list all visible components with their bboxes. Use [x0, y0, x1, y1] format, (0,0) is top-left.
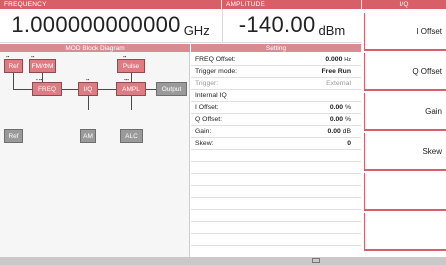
- setting-label: Internal IQ: [195, 92, 227, 99]
- setting-label: I Offset:: [195, 104, 219, 111]
- setting-row-internal-iq: Internal IQ: [191, 90, 361, 102]
- freq-block[interactable]: FREQ: [32, 82, 62, 96]
- block-diagram: ▪▪ ▪▪ ▪▪ Ref FM/ΦM Pulse ▪ ▪▪ ▪▪ ▪▪▪ FRE…: [0, 52, 190, 263]
- setting-label: Trigger mode:: [195, 68, 238, 75]
- setting-value: External: [326, 80, 351, 87]
- setting-row-trigger-mode: Trigger mode: Free Run: [191, 66, 361, 78]
- setting-label: Trigger:: [195, 80, 219, 87]
- alc-block[interactable]: ALC: [120, 129, 143, 143]
- wire: [62, 89, 78, 90]
- setting-value: Free Run: [321, 68, 351, 75]
- setting-row-empty: [191, 222, 361, 234]
- setting-row-empty: [191, 210, 361, 222]
- wire: [131, 96, 132, 110]
- pulse-block[interactable]: Pulse: [117, 59, 145, 73]
- softkey-q-offset[interactable]: Q Offset: [364, 53, 446, 91]
- setting-row-empty: [191, 234, 361, 246]
- amplitude-display[interactable]: -140.00 dBm: [222, 9, 361, 43]
- amplitude-unit: dBm: [318, 23, 346, 38]
- frequency-unit: GHz: [183, 23, 210, 38]
- frequency-display[interactable]: 1.000000000000 GHz: [0, 9, 221, 43]
- wire: [42, 73, 43, 82]
- fm-pm-block[interactable]: FM/ΦM: [29, 59, 56, 73]
- setting-value: 0.00 dB: [327, 128, 351, 135]
- iq-block[interactable]: I/Q: [78, 82, 98, 96]
- setting-row-freq-offset: FREQ Offset: 0.000 Hz: [191, 54, 361, 66]
- wire: [88, 96, 89, 110]
- am-block[interactable]: AM: [80, 129, 96, 143]
- setting-value: 0.00 %: [329, 104, 351, 111]
- softkey-skew[interactable]: Skew: [364, 133, 446, 171]
- output-block[interactable]: Output: [156, 82, 187, 96]
- softkey-blank-1[interactable]: [364, 173, 446, 211]
- ref-out-block[interactable]: Ref: [4, 129, 23, 143]
- wire: [13, 89, 32, 90]
- setting-row-empty: [191, 162, 361, 174]
- setting-value: 0.000 Hz: [325, 56, 351, 63]
- setting-value: 0.00 %: [329, 116, 351, 123]
- softkey-panel: I Offset Q Offset Gain Skew: [362, 9, 446, 257]
- frequency-value: 1.000000000000: [11, 12, 181, 37]
- setting-label: Skew:: [195, 140, 214, 147]
- setting-label: FREQ Offset:: [195, 56, 236, 63]
- setting-row-empty: [191, 150, 361, 162]
- setting-row-trigger: Trigger: External: [191, 78, 361, 90]
- wire: [13, 73, 14, 89]
- wire: [98, 89, 116, 90]
- softkey-gain[interactable]: Gain: [364, 93, 446, 131]
- amplitude-value: -140.00: [238, 12, 316, 37]
- settings-table: FREQ Offset: 0.000 Hz Trigger mode: Free…: [191, 52, 361, 263]
- status-bar: [0, 257, 446, 265]
- setting-row-empty: [191, 186, 361, 198]
- setting-row-q-offset: Q Offset: 0.00 %: [191, 114, 361, 126]
- setting-row-empty: [191, 174, 361, 186]
- setting-label: Gain:: [195, 128, 212, 135]
- setting-label: Q Offset:: [195, 116, 223, 123]
- wire: [146, 89, 156, 90]
- ampl-block[interactable]: AMPL: [116, 82, 146, 96]
- amplitude-header: AMPLITUDE: [222, 0, 361, 9]
- setting-row-i-offset: I Offset: 0.00 %: [191, 102, 361, 114]
- frequency-header: FREQUENCY: [0, 0, 221, 9]
- softkey-blank-2[interactable]: [364, 213, 446, 251]
- setting-row-skew: Skew: 0: [191, 138, 361, 150]
- side-panel-header: I/Q: [362, 0, 446, 9]
- softkey-i-offset[interactable]: I Offset: [364, 13, 446, 51]
- ref-block[interactable]: Ref: [4, 59, 23, 73]
- setting-row-gain: Gain: 0.00 dB: [191, 126, 361, 138]
- setting-row-empty: [191, 198, 361, 210]
- wire: [131, 73, 132, 82]
- status-icon: [312, 258, 320, 263]
- setting-value: 0: [347, 140, 351, 147]
